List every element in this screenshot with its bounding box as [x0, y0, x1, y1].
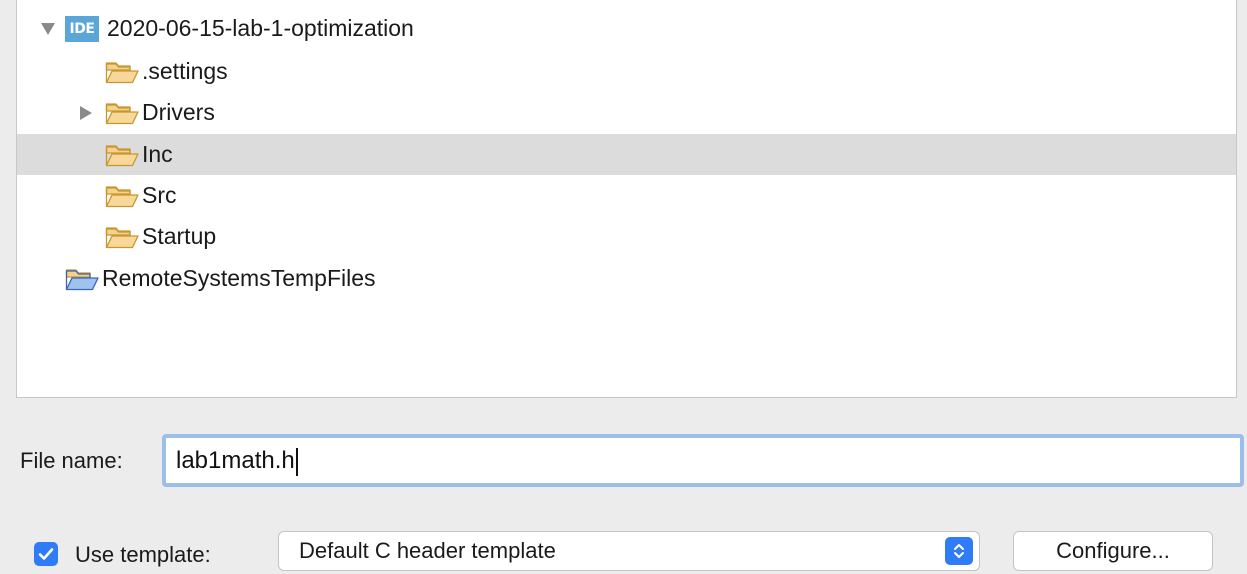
tree-item-inc[interactable]: Inc	[17, 134, 1236, 175]
template-select[interactable]: Default C header template	[278, 531, 980, 571]
file-name-label: File name:	[20, 448, 123, 473]
folder-icon	[65, 267, 99, 291]
folder-icon	[105, 225, 139, 249]
configure-button[interactable]: Configure...	[1013, 531, 1213, 571]
use-template-checkbox[interactable]	[34, 542, 58, 566]
chevron-down-icon[interactable]	[39, 8, 57, 49]
checkmark-icon	[38, 548, 54, 560]
folder-icon	[105, 101, 139, 125]
project-tree[interactable]: IDE 2020-06-15-lab-1-optimization .setti…	[16, 0, 1237, 398]
up-down-arrows-icon	[945, 537, 973, 565]
file-name-field[interactable]: lab1math.h	[162, 434, 1244, 487]
tree-item-project[interactable]: IDE 2020-06-15-lab-1-optimization	[17, 8, 1236, 49]
folder-icon	[105, 184, 139, 208]
tree-item-label: Src	[142, 182, 177, 208]
file-name-value: lab1math.h	[176, 447, 295, 474]
tree-item-settings[interactable]: .settings	[17, 51, 1236, 92]
tree-item-label: RemoteSystemsTempFiles	[102, 265, 376, 291]
tree-item-label: Drivers	[142, 99, 215, 125]
tree-item-drivers[interactable]: Drivers	[17, 92, 1236, 133]
tree-item-label: Startup	[142, 223, 217, 249]
tree-item-startup[interactable]: Startup	[17, 216, 1236, 257]
folder-icon	[105, 143, 139, 167]
folder-icon	[105, 60, 139, 84]
chevron-right-icon[interactable]	[77, 92, 95, 133]
text-caret	[295, 447, 298, 476]
ide-project-icon: IDE	[65, 16, 99, 42]
tree-item-label: 2020-06-15-lab-1-optimization	[107, 15, 414, 41]
tree-item-src[interactable]: Src	[17, 175, 1236, 216]
template-select-value: Default C header template	[299, 538, 556, 563]
use-template-label: Use template:	[75, 542, 211, 567]
tree-item-remote-systems-temp-files[interactable]: RemoteSystemsTempFiles	[17, 258, 1236, 299]
tree-item-label: .settings	[142, 58, 228, 84]
tree-item-label: Inc	[142, 141, 173, 167]
